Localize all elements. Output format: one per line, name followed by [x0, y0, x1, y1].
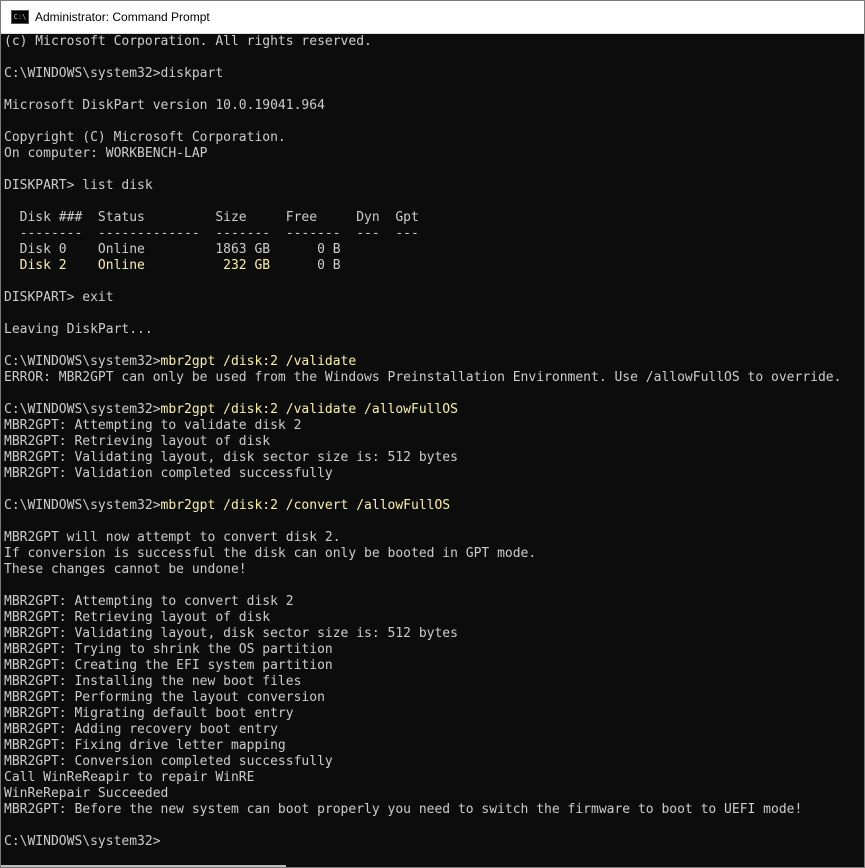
- console-line: Disk 0 Online 1863 GB 0 B: [4, 242, 864, 258]
- console-line: -------- ------------- ------- ------- -…: [4, 226, 864, 242]
- console-line: Disk 2 Online 232 GB 0 B: [4, 258, 864, 274]
- console-line: If conversion is successful the disk can…: [4, 546, 864, 562]
- console-text: Leaving DiskPart...: [4, 322, 153, 337]
- console-line: These changes cannot be undone!: [4, 562, 864, 578]
- console-text: DISKPART> exit: [4, 290, 114, 305]
- console-line: C:\WINDOWS\system32>: [4, 834, 864, 850]
- console-text: Microsoft DiskPart version 10.0.19041.96…: [4, 98, 325, 113]
- console-line: On computer: WORKBENCH-LAP: [4, 146, 864, 162]
- console-line: MBR2GPT: Before the new system can boot …: [4, 802, 864, 818]
- console-line: MBR2GPT: Installing the new boot files: [4, 674, 864, 690]
- console-text: MBR2GPT: Adding recovery boot entry: [4, 722, 278, 737]
- command-prompt-window[interactable]: C:\ Administrator: Command Prompt (c) Mi…: [0, 0, 865, 868]
- console-command-text: mbr2gpt /disk:2 /convert /allowFullOS: [160, 498, 451, 513]
- console-line: MBR2GPT: Trying to shrink the OS partiti…: [4, 642, 864, 658]
- console-line: C:\WINDOWS\system32>mbr2gpt /disk:2 /con…: [4, 498, 864, 514]
- console-text: WinReRepair Succeeded: [4, 786, 169, 801]
- title-bar[interactable]: C:\ Administrator: Command Prompt: [1, 1, 864, 34]
- console-line: C:\WINDOWS\system32>mbr2gpt /disk:2 /val…: [4, 402, 864, 418]
- console-text: Copyright (C) Microsoft Corporation.: [4, 130, 286, 145]
- console-line: MBR2GPT: Validating layout, disk sector …: [4, 450, 864, 466]
- console-command-text: Disk 2 Online 232 GB: [4, 258, 271, 273]
- console-text: MBR2GPT: Conversion completed successful…: [4, 754, 333, 769]
- console-text: MBR2GPT: Trying to shrink the OS partiti…: [4, 642, 333, 657]
- console-text: MBR2GPT: Migrating default boot entry: [4, 706, 294, 721]
- console-text: 0 B: [270, 258, 341, 273]
- console-line: C:\WINDOWS\system32>mbr2gpt /disk:2 /val…: [4, 354, 864, 370]
- console-line: DISKPART> exit: [4, 290, 864, 306]
- console-text: These changes cannot be undone!: [4, 562, 247, 577]
- console-line: Call WinReReapir to repair WinRE: [4, 770, 864, 786]
- console-line: Leaving DiskPart...: [4, 322, 864, 338]
- console-line: MBR2GPT: Attempting to validate disk 2: [4, 418, 864, 434]
- console-command-text: mbr2gpt /disk:2 /validate: [160, 354, 357, 369]
- console-command-text: mbr2gpt /disk:2 /validate /allowFullOS: [160, 402, 458, 417]
- console-text: Disk 0 Online 1863 GB 0 B: [4, 242, 341, 257]
- console-text: MBR2GPT: Validation completed successful…: [4, 466, 333, 481]
- console-text: MBR2GPT: Before the new system can boot …: [4, 802, 803, 817]
- console-text: ERROR: MBR2GPT can only be used from the…: [4, 370, 842, 385]
- console-text: (c) Microsoft Corporation. All rights re…: [4, 34, 372, 49]
- console-line: WinReRepair Succeeded: [4, 786, 864, 802]
- console-text: MBR2GPT will now attempt to convert disk…: [4, 530, 341, 545]
- console-line: MBR2GPT: Retrieving layout of disk: [4, 434, 864, 450]
- console-line: (c) Microsoft Corporation. All rights re…: [4, 34, 864, 50]
- console-text: If conversion is successful the disk can…: [4, 546, 537, 561]
- console-text: C:\WINDOWS\system32>: [4, 498, 161, 513]
- console-line: DISKPART> list disk: [4, 178, 864, 194]
- console-text: MBR2GPT: Fixing drive letter mapping: [4, 738, 286, 753]
- console-text: On computer: WORKBENCH-LAP: [4, 146, 208, 161]
- console-line: ERROR: MBR2GPT can only be used from the…: [4, 370, 864, 386]
- console-text: MBR2GPT: Performing the layout conversio…: [4, 690, 325, 705]
- console-text: MBR2GPT: Retrieving layout of disk: [4, 610, 271, 625]
- resize-edge: [1, 865, 286, 867]
- console-text: C:\WINDOWS\system32>diskpart: [4, 66, 224, 81]
- console-text: MBR2GPT: Validating layout, disk sector …: [4, 450, 458, 465]
- console-text: MBR2GPT: Retrieving layout of disk: [4, 434, 271, 449]
- console-text: MBR2GPT: Validating layout, disk sector …: [4, 626, 458, 641]
- console-line: MBR2GPT: Migrating default boot entry: [4, 706, 864, 722]
- console-line: Microsoft DiskPart version 10.0.19041.96…: [4, 98, 864, 114]
- console-line: Disk ### Status Size Free Dyn Gpt: [4, 210, 864, 226]
- console-line: MBR2GPT: Retrieving layout of disk: [4, 610, 864, 626]
- console-line: MBR2GPT will now attempt to convert disk…: [4, 530, 864, 546]
- console-text: -------- ------------- ------- ------- -…: [4, 226, 419, 241]
- console-text: MBR2GPT: Installing the new boot files: [4, 674, 302, 689]
- console-line: MBR2GPT: Validating layout, disk sector …: [4, 626, 864, 642]
- console-line: MBR2GPT: Conversion completed successful…: [4, 754, 864, 770]
- console-line: Copyright (C) Microsoft Corporation.: [4, 130, 864, 146]
- console-line: MBR2GPT: Adding recovery boot entry: [4, 722, 864, 738]
- console-line: MBR2GPT: Performing the layout conversio…: [4, 690, 864, 706]
- console-text: C:\WINDOWS\system32>: [4, 354, 161, 369]
- console-text: MBR2GPT: Attempting to validate disk 2: [4, 418, 302, 433]
- console-text: DISKPART> list disk: [4, 178, 153, 193]
- console-text: Call WinReReapir to repair WinRE: [4, 770, 255, 785]
- cmd-icon: C:\: [11, 10, 29, 24]
- console-line: MBR2GPT: Attempting to convert disk 2: [4, 594, 864, 610]
- console-line: C:\WINDOWS\system32>diskpart: [4, 66, 864, 82]
- window-title: Administrator: Command Prompt: [35, 10, 210, 24]
- console-output[interactable]: (c) Microsoft Corporation. All rights re…: [1, 34, 864, 867]
- console-text: C:\WINDOWS\system32>: [4, 834, 161, 849]
- console-line: MBR2GPT: Fixing drive letter mapping: [4, 738, 864, 754]
- console-text: C:\WINDOWS\system32>: [4, 402, 161, 417]
- console-text: Disk ### Status Size Free Dyn Gpt: [4, 210, 419, 225]
- console-text: MBR2GPT: Attempting to convert disk 2: [4, 594, 294, 609]
- console-line: MBR2GPT: Validation completed successful…: [4, 466, 864, 482]
- console-line: MBR2GPT: Creating the EFI system partiti…: [4, 658, 864, 674]
- console-text: MBR2GPT: Creating the EFI system partiti…: [4, 658, 333, 673]
